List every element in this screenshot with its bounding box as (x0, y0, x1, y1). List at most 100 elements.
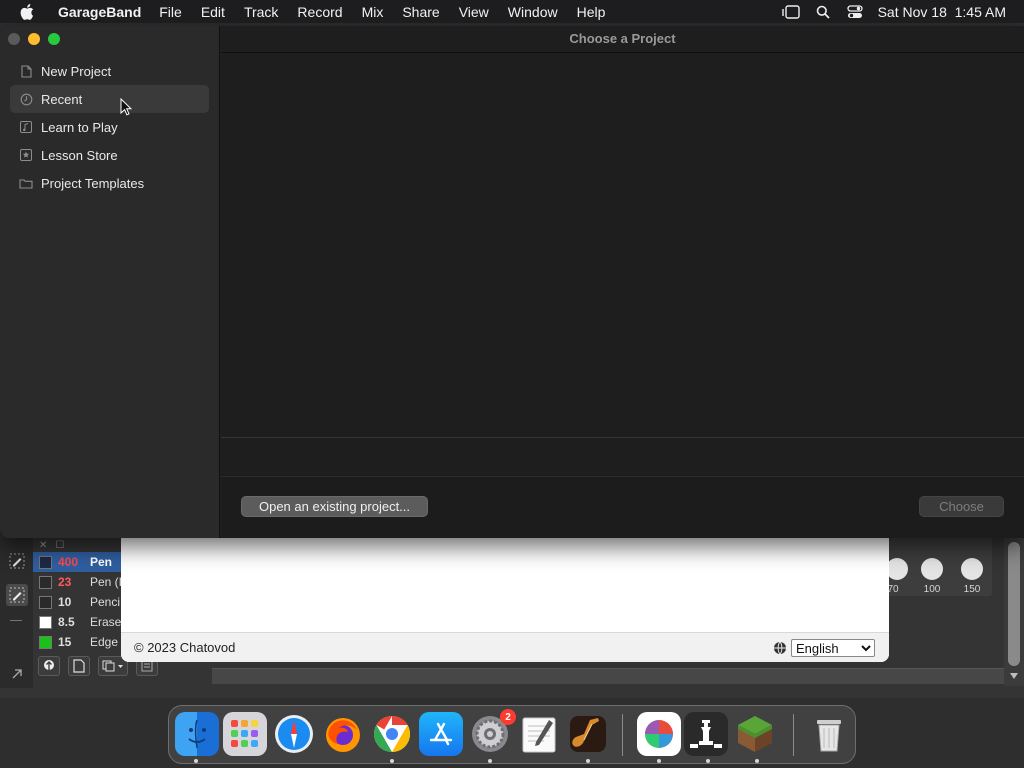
safari-icon[interactable] (272, 712, 316, 756)
copyright-text: © 2023 Chatovod (134, 640, 236, 655)
music-note-icon (19, 120, 33, 134)
pen-tool-icon[interactable] (6, 550, 28, 572)
brush-swatch (39, 635, 52, 649)
folder-icon (19, 176, 33, 190)
dock: 2 (168, 705, 856, 764)
menu-help[interactable]: Help (577, 4, 606, 20)
launchpad-icon[interactable] (223, 712, 267, 756)
brush-list-header: ✕ ☐ (33, 538, 133, 552)
sidebar-item-learn-to-play[interactable]: Learn to Play (10, 113, 209, 141)
scroll-down-arrow-icon[interactable] (1009, 672, 1019, 680)
color-app-icon[interactable] (637, 712, 681, 756)
menu-file[interactable]: File (159, 4, 182, 20)
finder-icon[interactable] (175, 712, 219, 756)
notification-badge: 2 (500, 709, 516, 725)
menu-bar-clock[interactable]: Sat Nov 18 1:45 AM (878, 4, 1006, 20)
brush-row[interactable]: 23 Pen (I (33, 572, 133, 592)
webpage-footer: © 2023 Chatovod English (121, 632, 889, 662)
checkbox-small-icon[interactable]: ☐ (55, 540, 64, 551)
dock-separator (622, 714, 623, 756)
brush-swatch (39, 555, 52, 569)
menu-share[interactable]: Share (402, 4, 439, 20)
size-preset-knob[interactable] (961, 558, 983, 580)
minecraft-icon[interactable] (733, 712, 777, 756)
clock-icon (19, 92, 33, 106)
brush-size: 15 (58, 635, 72, 649)
brush-row[interactable]: 10 Penci (33, 592, 133, 612)
new-page-icon[interactable] (68, 656, 90, 676)
running-indicator (390, 759, 394, 763)
content-divider (221, 437, 1024, 438)
brush-swatch (39, 615, 52, 629)
language-picker: English (773, 639, 875, 657)
brush-row[interactable]: 8.5 Erase (33, 612, 133, 632)
zoom-window-button[interactable] (48, 33, 60, 45)
brush-swatch (39, 575, 52, 589)
sidebar-item-label: New Project (41, 63, 112, 79)
sidebar-item-project-templates[interactable]: Project Templates (10, 169, 209, 197)
star-icon (19, 148, 33, 162)
scrollbar-thumb[interactable] (1008, 542, 1020, 666)
brush-size: 10 (58, 595, 72, 609)
apple-menu-icon[interactable] (20, 3, 34, 20)
running-indicator (657, 759, 661, 763)
menu-mix[interactable]: Mix (362, 4, 384, 20)
spotlight-search-icon[interactable] (814, 4, 832, 20)
menu-edit[interactable]: Edit (201, 4, 225, 20)
choose-button[interactable]: Choose (919, 496, 1004, 517)
textedit-icon[interactable] (517, 712, 561, 756)
recent-projects-area (221, 54, 1024, 437)
system-settings-icon[interactable]: 2 (468, 709, 516, 756)
horizontal-scrollbar[interactable] (212, 668, 1004, 684)
brush-row[interactable]: 400 Pen (33, 552, 133, 572)
app-store-icon[interactable] (419, 712, 463, 756)
size-preset-label: 150 (963, 584, 981, 595)
menu-window[interactable]: Window (508, 4, 558, 20)
window-controls (8, 33, 60, 45)
menu-bar: GarageBand File Edit Track Record Mix Sh… (0, 0, 1024, 23)
vertical-scrollbar[interactable] (1004, 538, 1024, 686)
trash-icon[interactable] (807, 712, 851, 756)
size-preset-knob[interactable] (886, 558, 908, 580)
menu-view[interactable]: View (459, 4, 489, 20)
dock-separator (793, 714, 794, 756)
open-existing-project-button[interactable]: Open an existing project... (241, 496, 428, 517)
garageband-project-chooser-window: New Project Recent Learn to Play Lesson … (0, 26, 1024, 538)
tool-palette (0, 538, 33, 688)
running-indicator (706, 759, 710, 763)
project-category-list: New Project Recent Learn to Play Lesson … (10, 57, 209, 197)
document-icon (19, 64, 33, 78)
hand-tool-icon[interactable] (6, 662, 28, 684)
close-small-icon[interactable]: ✕ (39, 540, 47, 551)
size-preset-label: 100 (923, 584, 941, 595)
sidebar-item-label: Lesson Store (41, 147, 118, 163)
language-select[interactable]: English (791, 639, 875, 657)
sidebar-item-label: Recent (41, 91, 83, 107)
menu-track[interactable]: Track (244, 4, 278, 20)
chess-icon[interactable] (684, 712, 728, 756)
size-preset-knob[interactable] (921, 558, 943, 580)
project-chooser-sidebar: New Project Recent Learn to Play Lesson … (0, 26, 220, 538)
sidebar-item-new-project[interactable]: New Project (10, 57, 209, 85)
control-center-icon[interactable] (846, 4, 864, 20)
upload-icon[interactable] (38, 656, 60, 676)
sidebar-item-recent[interactable]: Recent (10, 85, 209, 113)
chrome-icon[interactable] (370, 712, 414, 756)
garageband-icon[interactable] (566, 712, 610, 756)
eraser-tool-icon[interactable] (6, 584, 28, 606)
sidebar-item-lesson-store[interactable]: Lesson Store (10, 141, 209, 169)
running-indicator (586, 759, 590, 763)
mouse-pointer-icon (120, 98, 132, 116)
globe-icon (774, 641, 786, 655)
firefox-icon[interactable] (321, 712, 365, 756)
brush-size: 400 (58, 555, 79, 569)
close-window-button[interactable] (8, 33, 20, 45)
sidebar-item-label: Project Templates (41, 175, 145, 191)
stage-manager-icon[interactable] (781, 4, 800, 20)
brush-size: 23 (58, 575, 72, 589)
brush-row[interactable]: 15 Edge (33, 632, 133, 652)
project-chooser-main: Choose a Project Open an existing projec… (221, 26, 1024, 538)
app-menu-garageband[interactable]: GarageBand (58, 4, 141, 20)
menu-record[interactable]: Record (297, 4, 342, 20)
minimize-window-button[interactable] (28, 33, 40, 45)
